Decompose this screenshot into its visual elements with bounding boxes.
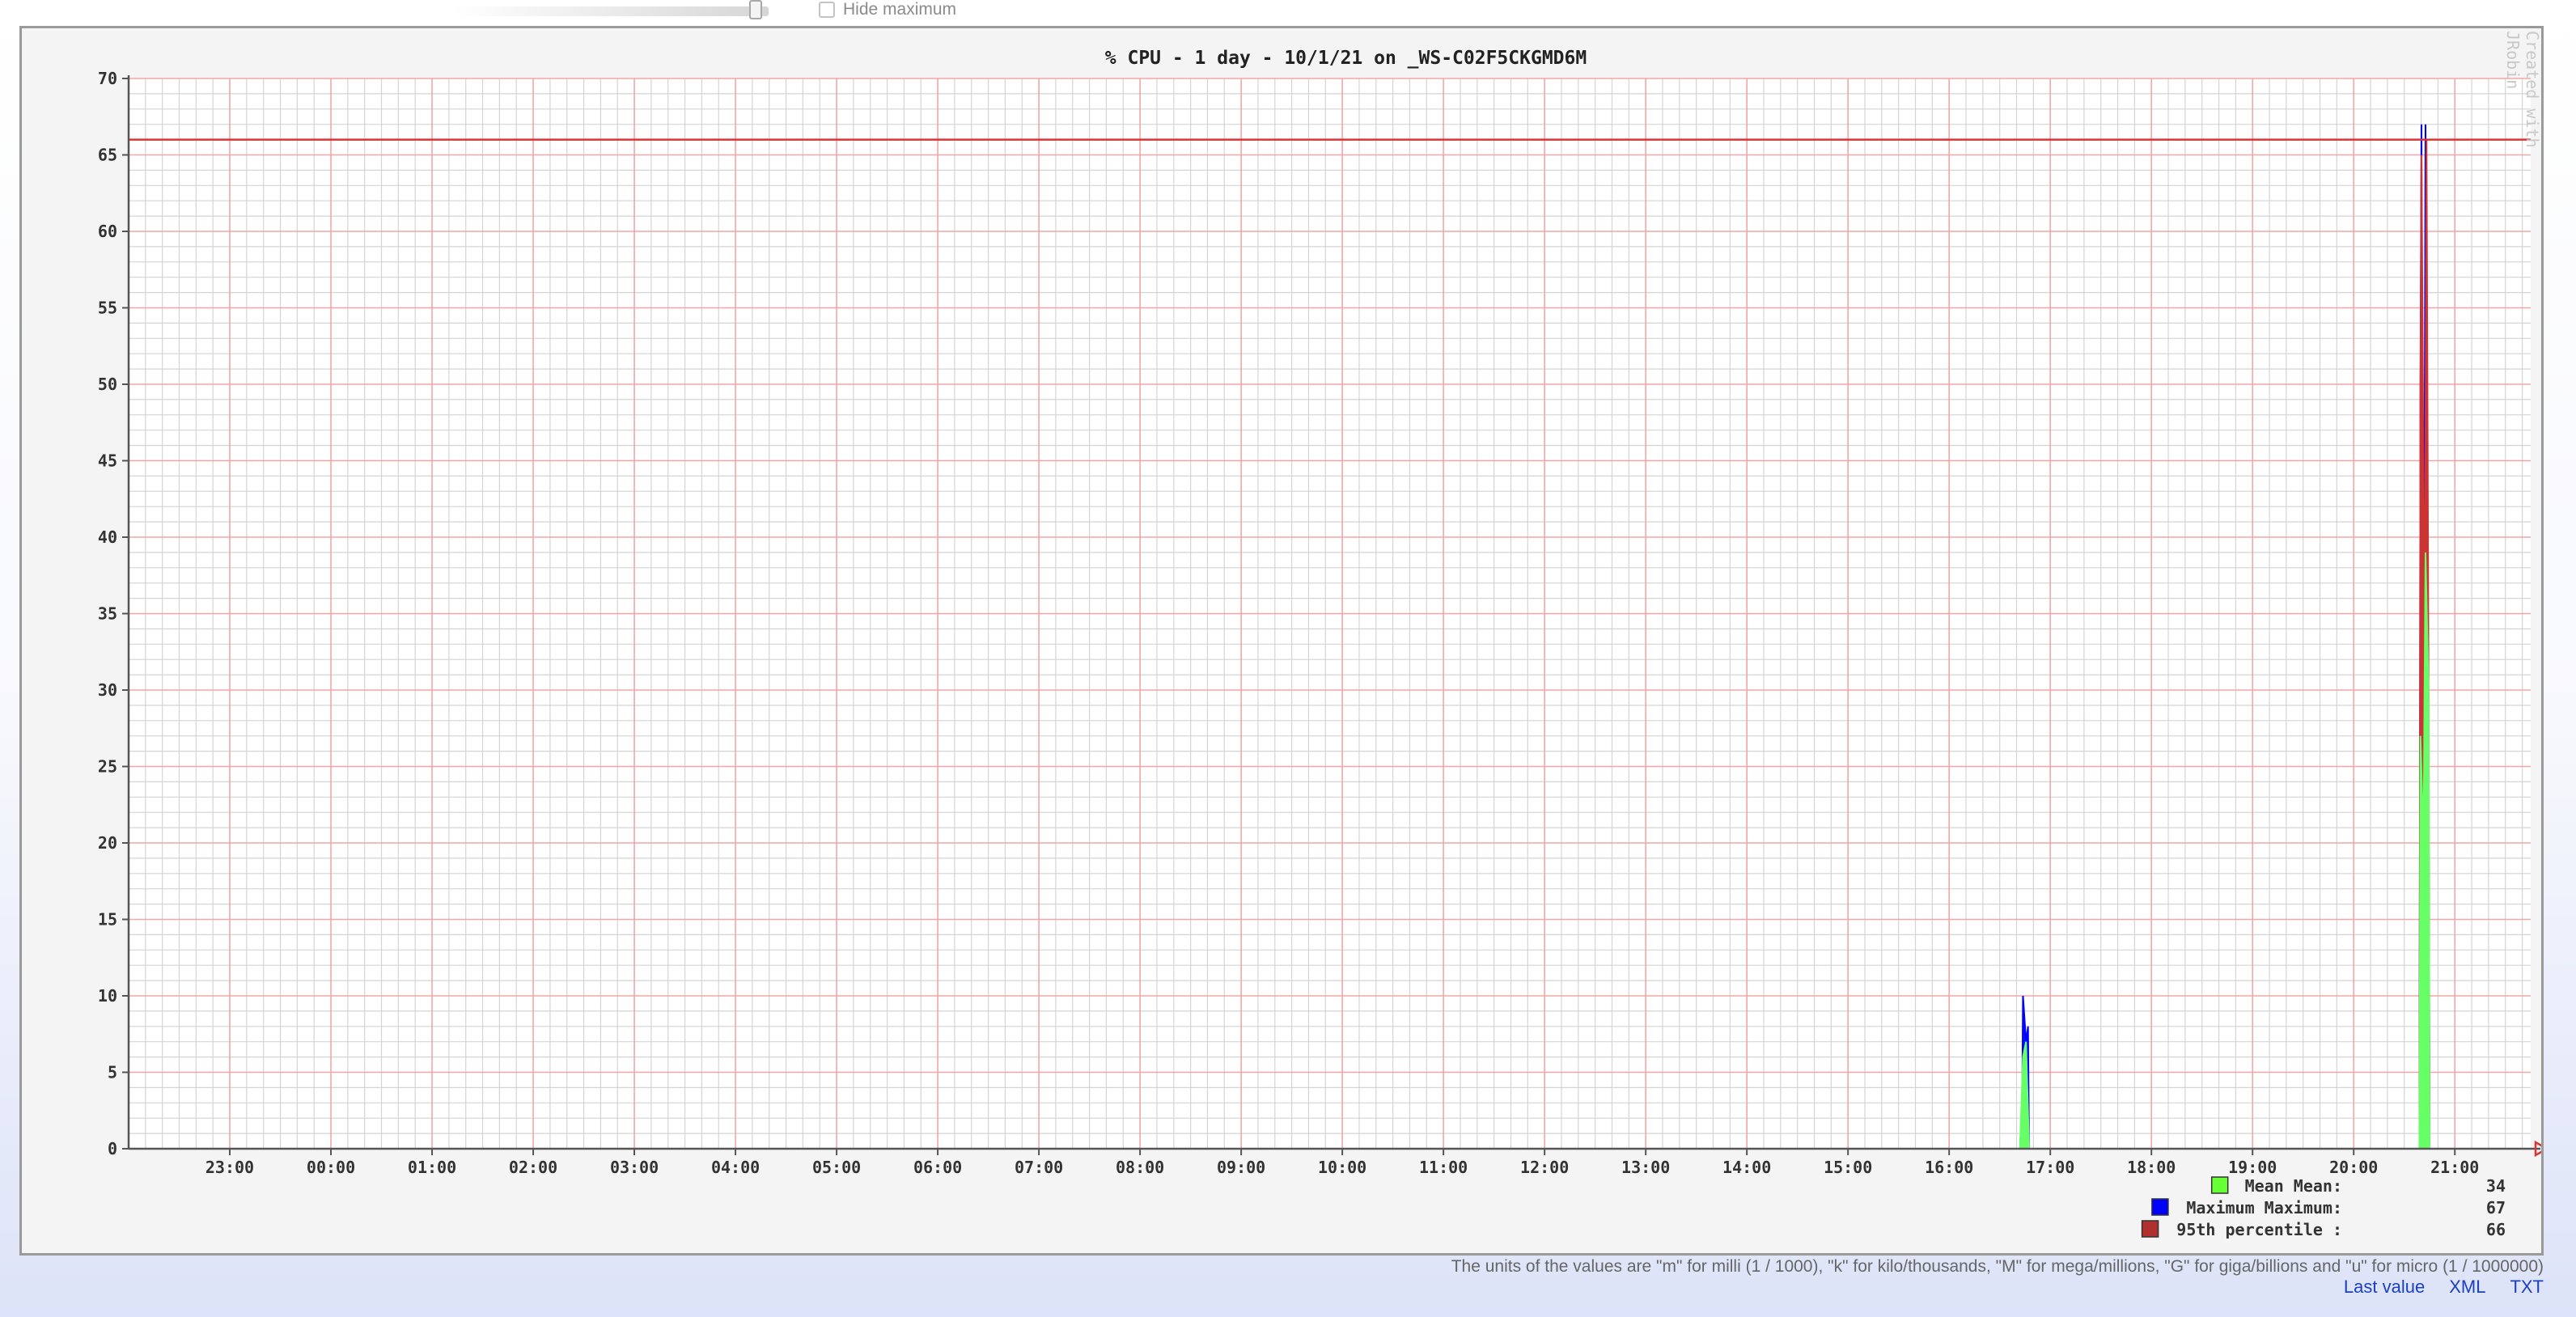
y-tick-label: 10: [98, 986, 117, 1006]
legend-label: Maximum Maximum:: [2186, 1198, 2342, 1217]
legend-item: Mean Mean: 34: [2210, 1176, 2506, 1196]
x-tick-label: 07:00: [1015, 1158, 1063, 1177]
x-tick-label: 17:00: [2026, 1158, 2074, 1177]
hide-maximum-option[interactable]: Hide maximum: [819, 0, 956, 19]
txt-link[interactable]: TXT: [2510, 1277, 2544, 1298]
x-tick-label: 18:00: [2127, 1158, 2176, 1177]
period-slider-track[interactable]: [453, 6, 769, 16]
xml-link[interactable]: XML: [2449, 1277, 2485, 1298]
x-tick-label: 03:00: [610, 1158, 659, 1177]
x-tick-label: 12:00: [1520, 1158, 1569, 1177]
x-tick-label: 19:00: [2228, 1158, 2277, 1177]
legend-swatch: [2210, 1176, 2229, 1194]
x-tick-label: 02:00: [509, 1158, 557, 1177]
y-tick-label: 5: [108, 1063, 117, 1082]
legend-label: 95th percentile :: [2176, 1220, 2342, 1239]
x-tick-label: 11:00: [1419, 1158, 1468, 1177]
y-tick-label: 45: [98, 451, 117, 471]
y-tick-label: 35: [98, 604, 117, 624]
legend-value: 66: [2486, 1220, 2506, 1239]
cpu-graph: 0 5 10 15 20 25 30 35 40 45 50 55 60 65 70 23:00 00:00 01…: [19, 26, 2544, 1256]
legend-swatch: [2151, 1198, 2169, 1216]
period-slider-thumb[interactable]: [749, 0, 762, 19]
x-tick-label: 01:00: [408, 1158, 456, 1177]
x-tick-label: 08:00: [1116, 1158, 1164, 1177]
x-tick-label: 10:00: [1318, 1158, 1366, 1177]
legend-value: 34: [2486, 1176, 2506, 1196]
x-tick-label: 20:00: [2329, 1158, 2378, 1177]
y-tick-label: 0: [108, 1139, 117, 1158]
x-tick-label: 05:00: [812, 1158, 861, 1177]
units-note: The units of the values are "m" for mill…: [1451, 1257, 2544, 1276]
legend-label: Mean Mean:: [2245, 1176, 2342, 1196]
legend-swatch: [2141, 1220, 2159, 1238]
y-tick-label: 65: [98, 146, 117, 165]
x-tick-label: 09:00: [1217, 1158, 1265, 1177]
hide-maximum-checkbox[interactable]: [819, 2, 835, 18]
chart-title: % CPU - 1 day - 10/1/21 on _WS-C02F5CKGM…: [1105, 48, 1587, 69]
y-tick-label: 50: [98, 375, 117, 394]
legend-item: 95th percentile : 66: [2141, 1220, 2506, 1239]
x-tick-label: 06:00: [913, 1158, 962, 1177]
x-tick-label: 14:00: [1722, 1158, 1771, 1177]
x-tick-label: 15:00: [1824, 1158, 1872, 1177]
y-tick-label: 20: [98, 833, 117, 853]
legend-item: Maximum Maximum: 67: [2151, 1198, 2506, 1217]
hide-maximum-label: Hide maximum: [843, 0, 957, 19]
y-tick-label: 25: [98, 757, 117, 777]
export-links: Last value XML TXT: [2344, 1277, 2544, 1298]
y-tick-label: 30: [98, 680, 117, 700]
y-tick-label: 60: [98, 222, 117, 241]
last-value-link[interactable]: Last value: [2344, 1277, 2425, 1298]
y-tick-label: 15: [98, 910, 117, 930]
cpu-chart: 0 5 10 15 20 25 30 35 40 45 50 55 60 65 70 23:00 00:00 01…: [98, 48, 2541, 1239]
x-tick-label: 13:00: [1621, 1158, 1670, 1177]
x-tick-label: 04:00: [711, 1158, 760, 1177]
y-tick-label: 40: [98, 527, 117, 547]
legend-value: 67: [2486, 1198, 2506, 1217]
x-tick-label: 16:00: [1925, 1158, 1973, 1177]
x-tick-label: 21:00: [2430, 1158, 2479, 1177]
y-tick-label: 70: [98, 69, 117, 88]
y-tick-label: 55: [98, 299, 117, 318]
x-tick-label: 00:00: [307, 1158, 355, 1177]
x-tick-label: 23:00: [205, 1158, 254, 1177]
watermark: Created with JRobin: [2503, 31, 2542, 148]
top-controls: Hide maximum: [0, 0, 2576, 21]
